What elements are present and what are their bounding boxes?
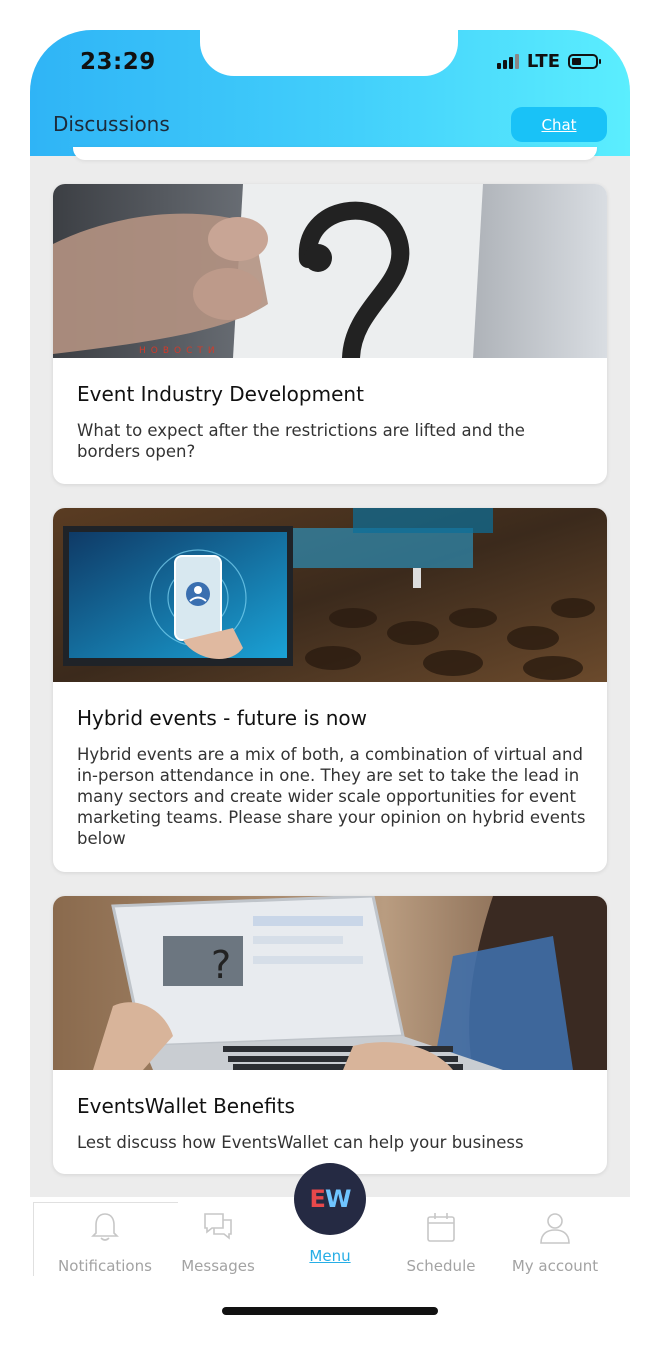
- discussion-card[interactable]: ? EventsWallet Benefits Lest discuss how…: [53, 896, 607, 1174]
- card-title: Event Industry Development: [77, 382, 364, 406]
- battery-icon: [568, 54, 601, 69]
- discussion-card[interactable]: Hybrid events - future is now Hybrid eve…: [53, 508, 607, 872]
- previous-card-edge: [73, 147, 597, 160]
- device-notch: [200, 30, 458, 76]
- tab-menu-label[interactable]: Menu: [270, 1247, 390, 1265]
- card-image-laptop: ?: [53, 896, 607, 1070]
- top-header: 23:29 LTE Discussions Chat: [30, 30, 630, 156]
- status-indicators: LTE: [496, 51, 601, 72]
- home-indicator[interactable]: [222, 1307, 438, 1315]
- card-title: EventsWallet Benefits: [77, 1094, 295, 1118]
- tab-messages[interactable]: Messages: [158, 1197, 278, 1276]
- card-description: What to expect after the restrictions ar…: [77, 421, 525, 461]
- bell-icon: [91, 1213, 119, 1241]
- tab-label: Notifications: [58, 1257, 152, 1275]
- tab-divider: [33, 1202, 34, 1276]
- person-icon: [540, 1213, 570, 1244]
- signal-icon: [496, 54, 519, 69]
- chat-button[interactable]: Chat: [511, 107, 607, 142]
- status-time: 23:29: [80, 49, 156, 75]
- tab-divider: [33, 1202, 178, 1203]
- page-title: Discussions: [53, 112, 170, 136]
- svg-text:?: ?: [211, 943, 231, 987]
- ew-logo: EW: [309, 1185, 352, 1213]
- tab-notifications[interactable]: Notifications: [45, 1197, 165, 1276]
- card-image-hybrid: [53, 508, 607, 682]
- calendar-icon: [427, 1213, 455, 1242]
- card-image-question: НОВОСТИ: [53, 184, 607, 358]
- discussion-card[interactable]: НОВОСТИ Event Industry Development What …: [53, 184, 607, 484]
- card-description: Lest discuss how EventsWallet can help y…: [77, 1133, 524, 1152]
- chat-bubbles-icon: [204, 1213, 232, 1240]
- card-title: Hybrid events - future is now: [77, 706, 367, 730]
- tab-label: My account: [511, 1257, 599, 1275]
- tab-schedule[interactable]: Schedule: [381, 1197, 501, 1276]
- image-caption: НОВОСТИ: [139, 346, 220, 356]
- card-description: Hybrid events are a mix of both, a combi…: [77, 745, 586, 848]
- tab-my-account[interactable]: My account: [495, 1197, 615, 1276]
- network-type: LTE: [526, 51, 560, 72]
- menu-button[interactable]: EW: [294, 1163, 366, 1235]
- tab-label: Schedule: [406, 1257, 476, 1275]
- tab-label: Messages: [181, 1257, 255, 1275]
- app-screen: 23:29 LTE Discussions Chat НОВОСТИ Event…: [30, 30, 630, 1276]
